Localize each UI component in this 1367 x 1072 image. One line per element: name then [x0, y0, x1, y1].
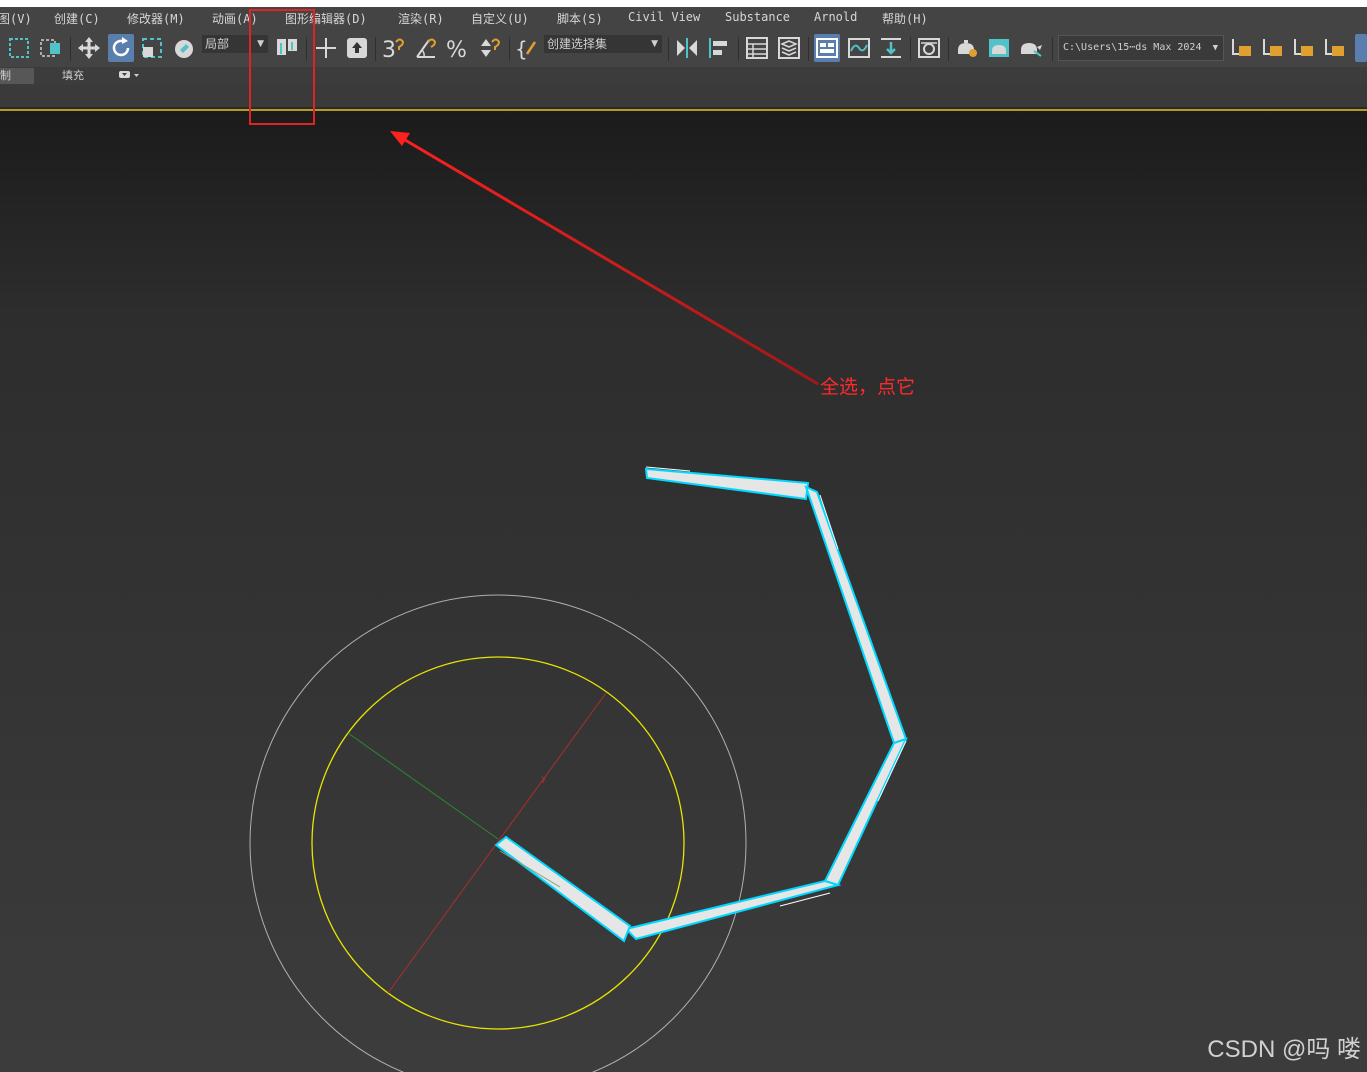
project-folder-icon[interactable]: [1229, 34, 1255, 62]
bone-2[interactable]: [804, 485, 908, 745]
move-icon[interactable]: [76, 34, 102, 62]
ribbon-tab-fill[interactable]: 填充: [62, 68, 84, 84]
menu-rendering[interactable]: 渲染(R): [398, 10, 444, 27]
chevron-down-icon: ▼: [651, 39, 658, 49]
coord-system-dropdown[interactable]: 局部 ▼: [202, 35, 268, 53]
toolbar-separator: [668, 37, 669, 61]
ribbon-panel: [0, 85, 1367, 108]
select-region-icon[interactable]: [6, 34, 32, 62]
toolbar-separator: [375, 37, 376, 61]
project-path-dropdown[interactable]: C:\Users\15⋯ds Max 2024 ▼: [1058, 35, 1224, 61]
svg-text:{: {: [515, 37, 528, 61]
menu-civil-view[interactable]: Civil View: [628, 10, 700, 24]
snap-3d-icon[interactable]: 3: [381, 34, 407, 62]
spinner-snap-icon[interactable]: [477, 34, 503, 62]
menu-bar: 图(V) 创建(C) 修改器(M) 动画(A) 图形编辑器(D) 渲染(R) 自…: [0, 7, 1367, 29]
layer-explorer-icon[interactable]: [776, 34, 802, 62]
csdn-watermark: CSDN @吗 喽: [1207, 1036, 1361, 1063]
viewport-perspective[interactable]: y 全选，点它 CSDN @吗 喽: [0, 111, 1367, 1072]
bone-4[interactable]: [624, 879, 842, 941]
ribbon-toggle-icon[interactable]: [814, 34, 840, 62]
menu-substance[interactable]: Substance: [725, 10, 790, 24]
mirror-icon[interactable]: [674, 34, 700, 62]
toolbar-separator: [738, 37, 739, 61]
toolbar-separator: [70, 37, 71, 61]
align-icon[interactable]: [706, 34, 732, 62]
material-editor-icon[interactable]: [916, 34, 942, 62]
toolbar-separator: [306, 37, 307, 61]
menu-scripting[interactable]: 脚本(S): [557, 10, 603, 27]
coord-system-value: 局部: [205, 37, 230, 51]
ribbon-options-icon[interactable]: [118, 68, 142, 84]
scale-icon[interactable]: [140, 34, 166, 62]
gizmo-axis-letter: y: [541, 774, 547, 784]
named-selection-dropdown[interactable]: 创建选择集 ▼: [544, 35, 662, 53]
svg-text:%: %: [446, 38, 467, 62]
menu-view[interactable]: 图(V): [0, 10, 32, 27]
annotation-label: 全选，点它: [820, 376, 916, 398]
menu-customize[interactable]: 自定义(U): [471, 10, 529, 27]
named-selection-value: 创建选择集: [547, 37, 608, 51]
project-create-icon[interactable]: [1322, 34, 1348, 62]
chevron-down-icon: ▼: [1212, 43, 1218, 53]
project-path-value: C:\Users\15⋯ds Max 2024: [1063, 42, 1202, 53]
ik-outer-circle: [249, 594, 747, 1072]
bone-3[interactable]: [823, 737, 908, 887]
menu-animation[interactable]: 动画(A): [212, 10, 258, 27]
menu-modifiers[interactable]: 修改器(M): [127, 10, 185, 27]
menu-help[interactable]: 帮助(H): [882, 10, 928, 27]
gizmo-y-axis: [347, 732, 499, 840]
curve-editor-icon[interactable]: [846, 34, 872, 62]
rotate-icon[interactable]: [108, 34, 134, 62]
toolbar-separator: [509, 37, 510, 61]
rendered-frame-icon[interactable]: [986, 34, 1012, 62]
bone-chain[interactable]: [494, 466, 908, 943]
percent-snap-icon[interactable]: %: [445, 34, 471, 62]
menu-create[interactable]: 创建(C): [54, 10, 100, 27]
ribbon-tab-partial[interactable]: 制: [0, 68, 34, 84]
window-crossing-icon[interactable]: [38, 34, 64, 62]
render-icon[interactable]: [1018, 34, 1044, 62]
angle-snap-icon[interactable]: [413, 34, 439, 62]
use-pivot-icon[interactable]: [274, 34, 300, 62]
menu-graph-editors[interactable]: 图形编辑器(D): [285, 10, 367, 27]
render-setup-icon[interactable]: [954, 34, 980, 62]
toolbar-separator: [808, 37, 809, 61]
selection-center-icon[interactable]: [172, 34, 198, 62]
toolbar-separator: [910, 37, 911, 61]
ribbon-tab-row: 制 填充: [0, 67, 1367, 85]
workspace-toggle-icon[interactable]: [1355, 34, 1367, 62]
menu-arnold[interactable]: Arnold: [814, 10, 857, 24]
keyboard-shortcut-icon[interactable]: [344, 34, 370, 62]
chevron-down-icon: ▼: [257, 39, 264, 49]
svg-text:3: 3: [382, 38, 396, 62]
scene-explorer-icon[interactable]: [744, 34, 770, 62]
edit-named-selection-icon[interactable]: {: [515, 34, 541, 62]
dope-sheet-icon[interactable]: [878, 34, 904, 62]
title-strip: [0, 0, 1367, 7]
project-set-icon[interactable]: [1260, 34, 1286, 62]
project-auto-icon[interactable]: [1291, 34, 1317, 62]
bone-1[interactable]: [644, 466, 810, 501]
toolbar-separator: [1052, 37, 1053, 61]
bone-5[interactable]: [494, 835, 632, 943]
manipulate-icon[interactable]: [313, 34, 339, 62]
toolbar-separator: [948, 37, 949, 61]
